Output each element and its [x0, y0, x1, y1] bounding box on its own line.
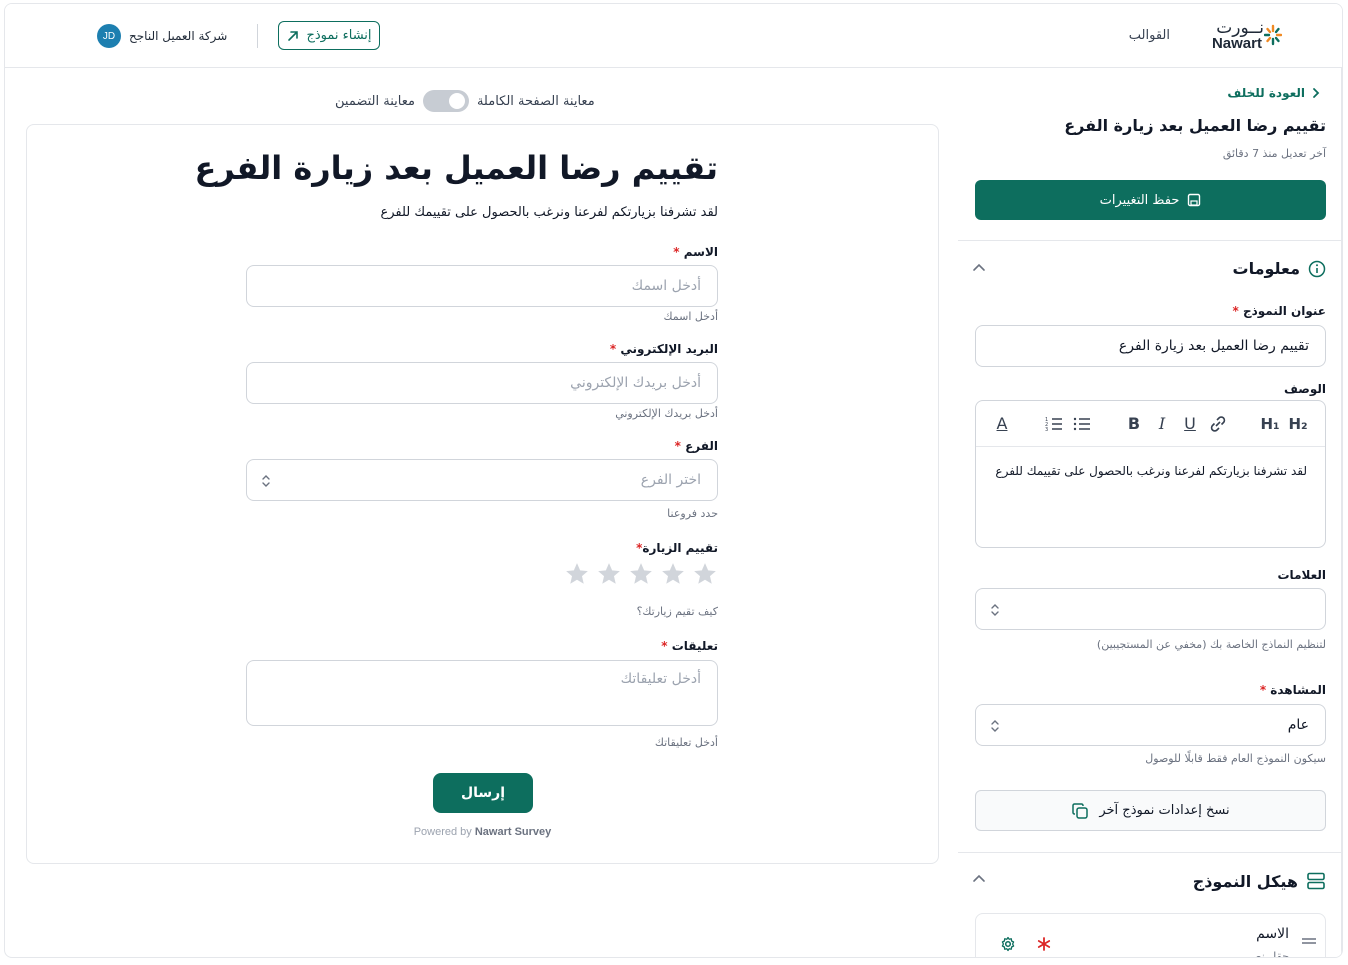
nawart-logo[interactable]: نــورت Nawart [1200, 18, 1282, 54]
form-preview-card: تقييم رضا العميل بعد زيارة الفرع لقد تشر… [26, 124, 939, 864]
star-icon[interactable] [660, 561, 686, 587]
rating-label: تقييم الزيارة* [636, 541, 718, 555]
select-chevrons-icon [991, 604, 999, 616]
comments-textarea[interactable]: أدخل تعليقاتك [246, 660, 718, 726]
last-edited-text: آخر تعديل منذ 7 دقائق [1222, 147, 1326, 160]
name-label: الاسم * [673, 245, 718, 259]
sidebar-divider [958, 240, 1341, 241]
required-asterisk-icon[interactable] [1036, 936, 1052, 952]
toggle-embed-label: معاينة التضمين [335, 93, 415, 109]
preview-mode-toggle[interactable] [422, 90, 469, 112]
gear-icon[interactable] [1000, 936, 1016, 952]
avatar: JD [97, 24, 121, 48]
name-hint: أدخل اسمك [663, 310, 718, 323]
form-title-input[interactable]: تقييم رضا العميل بعد زيارة الفرع [975, 325, 1326, 367]
settings-sidebar: العودة للخلف تقييم رضا العميل بعد زيارة … [958, 68, 1342, 958]
visibility-value: عام [1287, 717, 1309, 733]
info-section-header[interactable]: معلومات [1233, 259, 1327, 278]
editor-toolbar: A 123 B I U H₁ H₂ [976, 401, 1325, 447]
tags-hint: لتنظيم النماذج الخاصة بك (مخفي عن المستج… [1096, 638, 1326, 651]
copy-settings-button[interactable]: نسخ إعدادات نموذج آخر [975, 790, 1326, 831]
rating-hint: كيف تقيم زيارتك؟ [636, 605, 718, 618]
back-link[interactable]: العودة للخلف [1227, 86, 1321, 100]
powered-by: Powered by Nawart Survey [413, 826, 552, 838]
select-chevrons-icon [991, 720, 999, 732]
comments-hint: أدخل تعليقاتك [654, 736, 718, 749]
bullet-list-icon[interactable] [1068, 415, 1096, 433]
submit-button[interactable]: إرسال [433, 773, 533, 813]
app-window: نــورت Nawart القوالب إنشاء نموذج شركة ا… [4, 3, 1343, 958]
visibility-hint: سيكون النموذج العام فقط قابلًا للوصول [1145, 752, 1326, 765]
top-bar: نــورت Nawart القوالب إنشاء نموذج شركة ا… [5, 4, 1342, 68]
user-company-name: شركة العميل الناجح [129, 29, 228, 43]
svg-text:3: 3 [1045, 427, 1048, 433]
star-icon[interactable] [692, 561, 718, 587]
chevron-up-icon[interactable] [972, 261, 986, 275]
structure-field-type: حقل نصي [1243, 950, 1289, 958]
bold-icon[interactable]: B [1120, 414, 1148, 433]
logo-burst-icon [1264, 24, 1282, 46]
sidebar-divider [958, 852, 1341, 853]
star-rating[interactable] [564, 561, 718, 587]
email-label: البريد الإلكتروني * [609, 342, 718, 356]
powered-brand-link[interactable]: Nawart Survey [475, 826, 551, 838]
drag-handle-icon[interactable] [1301, 936, 1317, 946]
visibility-label: المشاهدة * [1259, 683, 1326, 697]
description-label: الوصف [1283, 382, 1326, 396]
back-label: العودة للخلف [1227, 86, 1305, 100]
chevron-right-icon [1313, 88, 1320, 98]
email-hint: أدخل بريدك الإلكتروني [615, 407, 718, 420]
create-form-button[interactable]: إنشاء نموذج [278, 21, 380, 50]
external-arrow-icon [288, 30, 299, 41]
branch-hint: حدد فروعنا [667, 507, 718, 520]
save-changes-button[interactable]: حفظ التغييرات [975, 180, 1326, 220]
nav-templates-link[interactable]: القوالب [1129, 28, 1170, 43]
preview-mode-toggle-row: معاينة الصفحة الكاملة معاينة التضمين [335, 90, 595, 112]
logo-english-text: Nawart [1211, 35, 1262, 52]
text-color-icon[interactable]: A [988, 414, 1016, 433]
save-icon [1188, 193, 1201, 207]
header-divider [257, 24, 258, 48]
tags-select[interactable] [975, 588, 1326, 630]
copy-settings-label: نسخ إعدادات نموذج آخر [1099, 803, 1230, 818]
user-menu[interactable]: شركة العميل الناجح JD [97, 24, 227, 48]
link-icon[interactable] [1204, 415, 1232, 433]
structure-field-item[interactable]: الاسم حقل نصي [975, 913, 1326, 958]
form-title-label: عنوان النموذج * [1232, 304, 1326, 318]
italic-icon[interactable]: I [1148, 414, 1176, 433]
comments-label: تعليقات * [661, 639, 718, 653]
underline-icon[interactable]: U [1176, 414, 1204, 433]
info-section-title: معلومات [1232, 259, 1301, 278]
save-changes-label: حفظ التغييرات [1099, 192, 1180, 208]
layout-rows-icon [1307, 872, 1325, 890]
copy-icon [1072, 802, 1089, 819]
star-icon[interactable] [596, 561, 622, 587]
name-input[interactable]: أدخل اسمك [246, 265, 718, 307]
sidebar-form-title: تقييم رضا العميل بعد زيارة الفرع [1064, 116, 1326, 135]
form-title: تقييم رضا العميل بعد زيارة الفرع [194, 149, 718, 187]
heading1-icon[interactable]: H₁ [1256, 415, 1284, 433]
visibility-select[interactable]: عام [975, 704, 1326, 746]
chevron-up-icon[interactable] [972, 872, 986, 886]
star-icon[interactable] [628, 561, 654, 587]
create-form-label: إنشاء نموذج [306, 28, 372, 43]
email-field[interactable]: أدخل بريدك الإلكتروني [246, 362, 718, 404]
heading2-icon[interactable]: H₂ [1284, 415, 1312, 433]
tags-label: العلامات [1277, 568, 1327, 582]
select-chevrons-icon [262, 475, 270, 487]
form-description: لقد تشرفنا بزيارتكم لفرعنا ونرغب بالحصول… [380, 205, 718, 220]
info-icon [1308, 260, 1326, 277]
structure-section-header[interactable]: هيكل النموذج [1193, 871, 1326, 891]
toggle-full-page-label: معاينة الصفحة الكاملة [476, 93, 595, 109]
branch-label: الفرع * [674, 439, 718, 453]
structure-section-title: هيكل النموذج [1192, 871, 1298, 891]
structure-field-label: الاسم [1256, 926, 1289, 942]
toggle-knob [448, 93, 465, 109]
description-editor[interactable]: A 123 B I U H₁ H₂ لقد تشرفنا بزيارتكم لف… [975, 400, 1326, 548]
ordered-list-icon[interactable]: 123 [1040, 415, 1068, 433]
branch-select[interactable]: اختر الفرع [246, 459, 718, 501]
star-icon[interactable] [564, 561, 590, 587]
description-editor-content[interactable]: لقد تشرفنا بزيارتكم لفرعنا ونرغب بالحصول… [976, 447, 1325, 495]
